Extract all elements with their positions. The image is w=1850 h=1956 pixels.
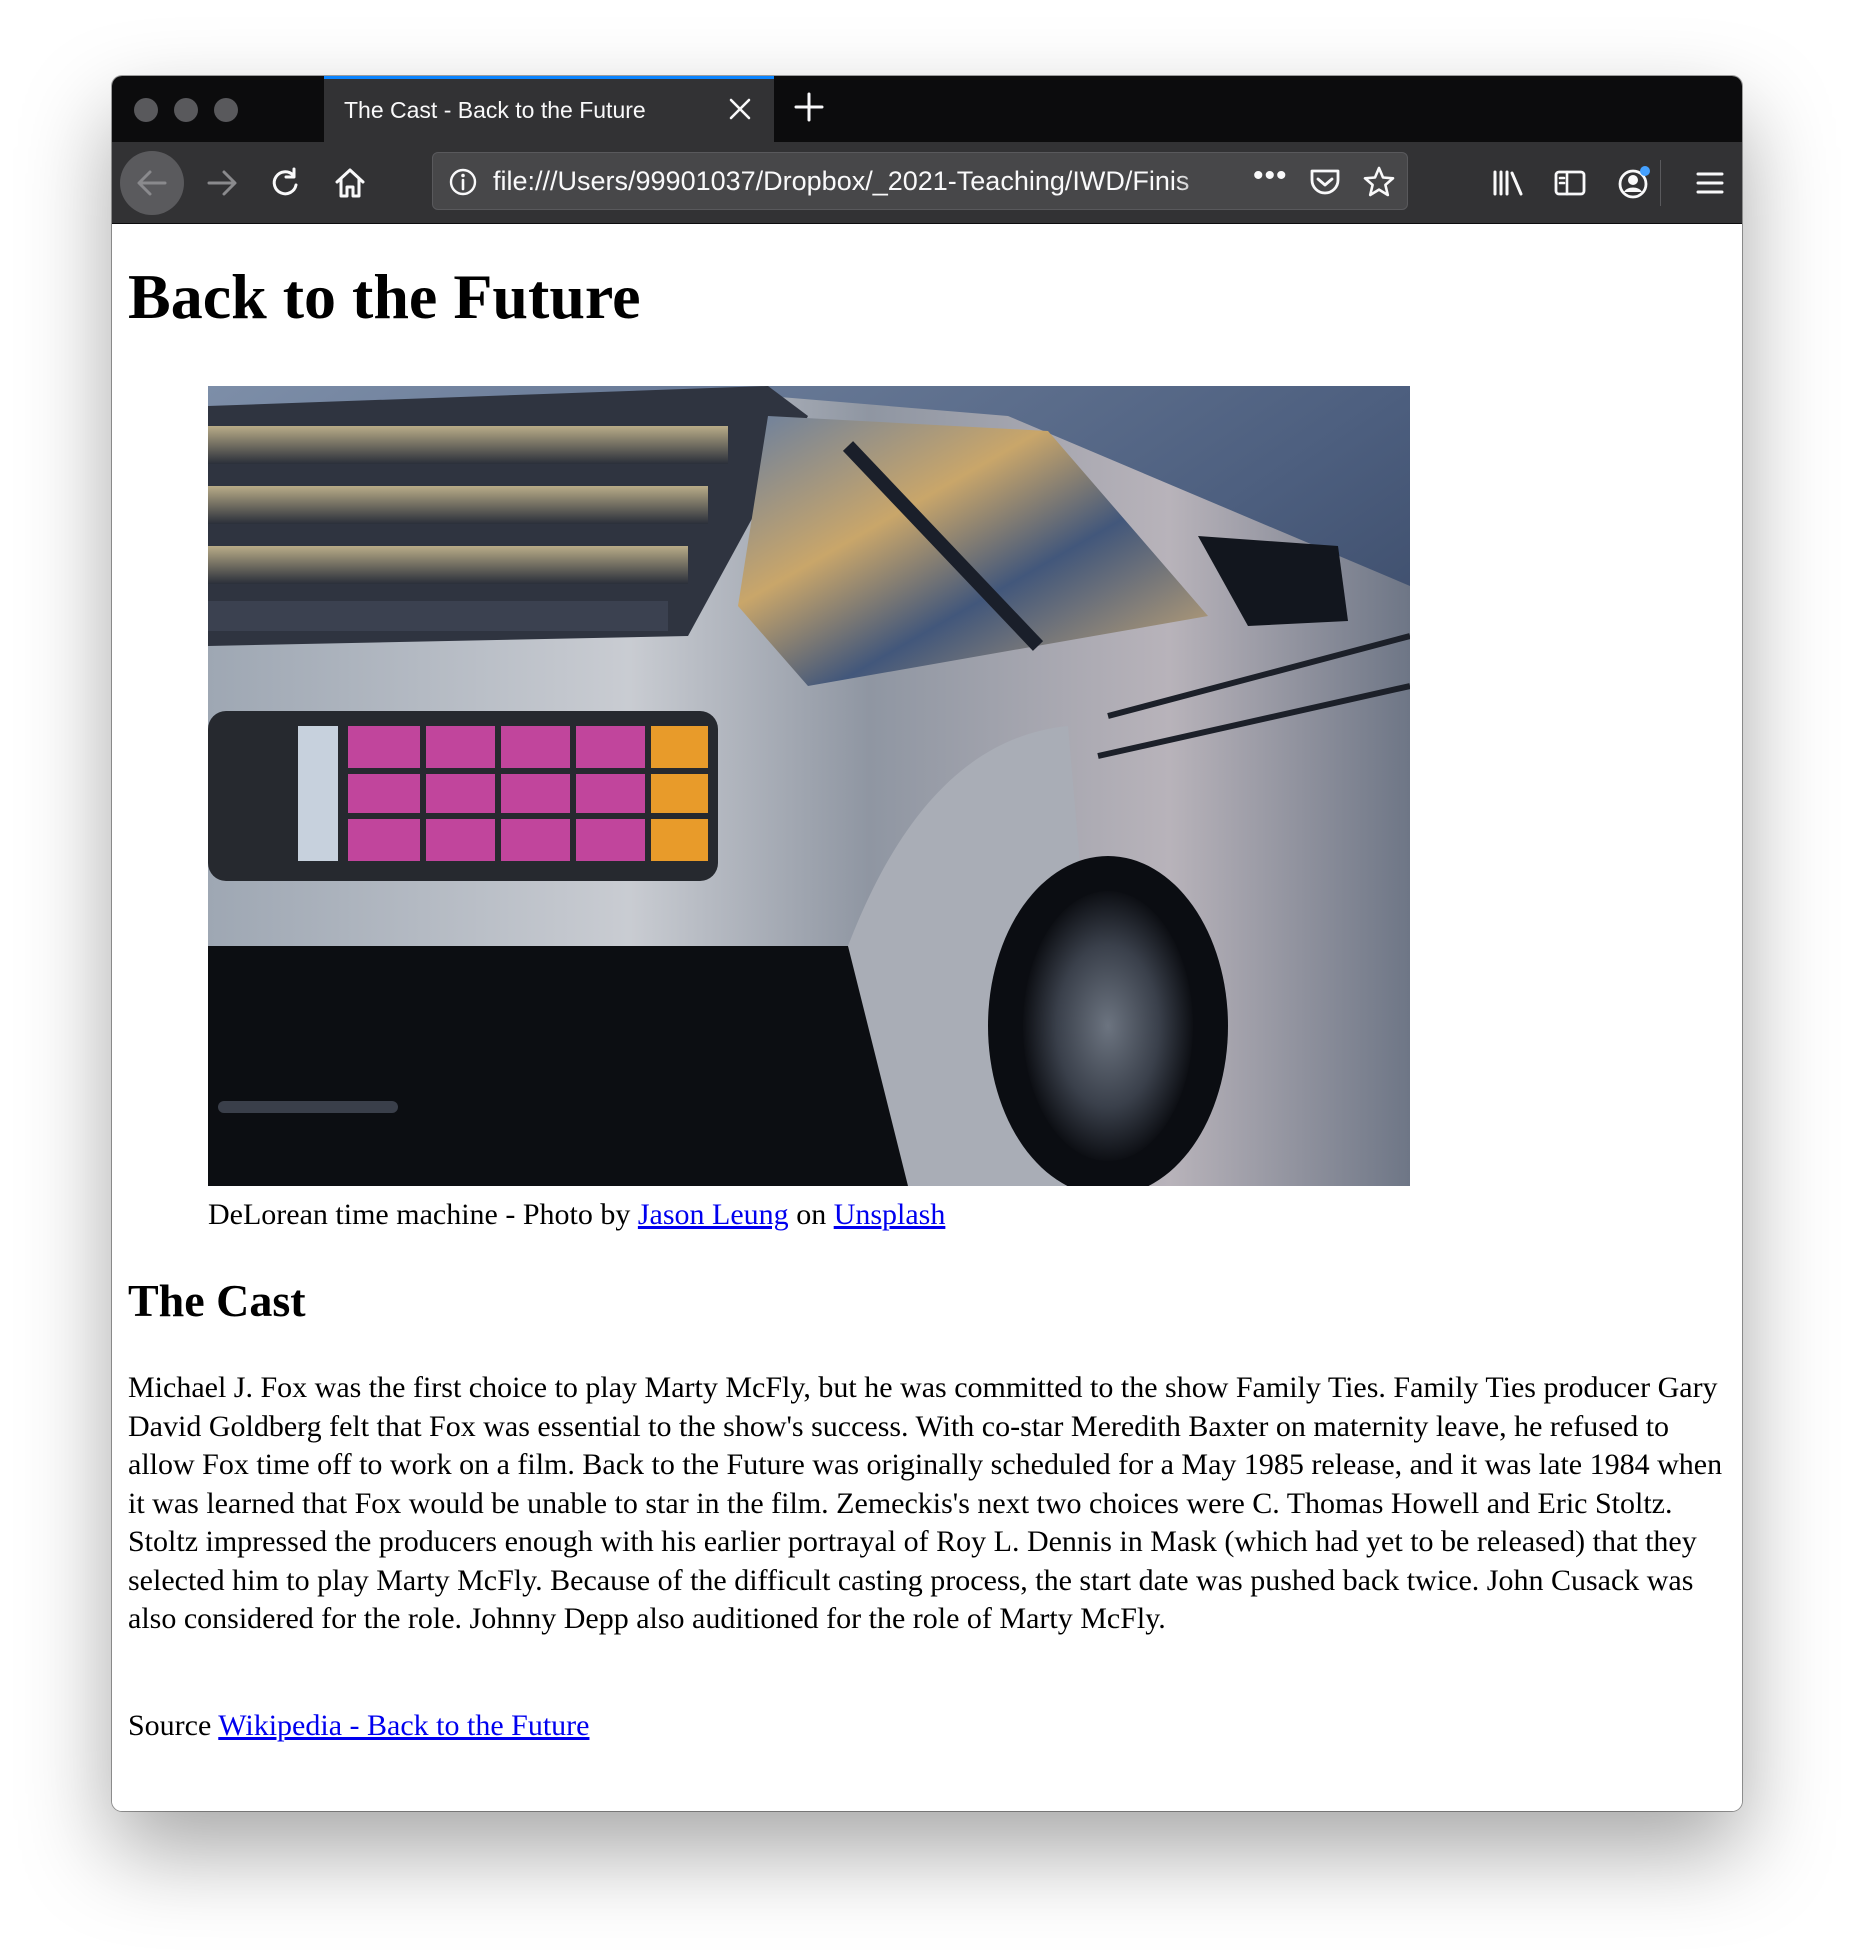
source-label: Source: [128, 1709, 219, 1742]
tab-active[interactable]: The Cast - Back to the Future: [324, 76, 774, 142]
source-line: Source Wikipedia - Back to the Future: [128, 1709, 589, 1743]
account-icon: [1618, 166, 1650, 199]
home-button[interactable]: [324, 157, 376, 209]
close-icon[interactable]: [724, 93, 756, 125]
toolbar-divider: [1660, 160, 1661, 206]
caption-prefix: DeLorean time machine - Photo by: [208, 1198, 638, 1231]
info-icon[interactable]: [447, 166, 479, 203]
pocket-icon[interactable]: [1307, 164, 1343, 205]
star-icon[interactable]: [1361, 164, 1397, 205]
account-button[interactable]: [1608, 157, 1660, 209]
tab-title: The Cast - Back to the Future: [344, 97, 646, 123]
browser-window: The Cast - Back to the Future file:///Us…: [112, 76, 1742, 1811]
forward-button[interactable]: [196, 157, 248, 209]
figure: DeLorean time machine - Photo by Jason L…: [208, 386, 1410, 1231]
section-heading: The Cast: [128, 1275, 306, 1326]
figure-caption: DeLorean time machine - Photo by Jason L…: [208, 1198, 945, 1232]
page-title: Back to the Future: [128, 261, 641, 332]
sidebar-icon: [1554, 170, 1586, 196]
menu-button[interactable]: [1684, 157, 1736, 209]
home-icon: [335, 168, 365, 198]
tab-strip: The Cast - Back to the Future: [112, 76, 1742, 142]
forward-arrow-icon: [207, 170, 237, 196]
library-icon: [1493, 170, 1523, 196]
unsplash-link[interactable]: Unsplash: [834, 1198, 946, 1231]
library-button[interactable]: [1482, 157, 1534, 209]
url-bar[interactable]: file:///Users/99901037/Dropbox/_2021-Tea…: [432, 152, 1408, 210]
sidebar-button[interactable]: [1544, 157, 1596, 209]
zoom-window-button[interactable]: [214, 98, 238, 122]
caption-mid: on: [788, 1198, 834, 1231]
plus-icon[interactable]: [787, 86, 831, 130]
reload-icon: [272, 167, 298, 196]
page-content: Back to the Future DeLorean time machine…: [112, 224, 1742, 1811]
cast-paragraph: Michael J. Fox was the first choice to p…: [128, 1371, 1723, 1635]
close-window-button[interactable]: [134, 98, 158, 122]
back-arrow-icon: [137, 170, 167, 196]
reload-button[interactable]: [260, 157, 312, 209]
delorean-photo: [208, 386, 1410, 1186]
photographer-link[interactable]: Jason Leung: [638, 1198, 789, 1231]
minimize-window-button[interactable]: [174, 98, 198, 122]
hamburger-menu-icon: [1696, 172, 1724, 194]
wikipedia-link[interactable]: Wikipedia - Back to the Future: [218, 1709, 589, 1742]
url-text[interactable]: file:///Users/99901037/Dropbox/_2021-Tea…: [493, 166, 1233, 198]
nav-toolbar: file:///Users/99901037/Dropbox/_2021-Tea…: [112, 142, 1742, 224]
page-actions-button[interactable]: •••: [1253, 159, 1288, 193]
back-button[interactable]: [120, 151, 184, 215]
